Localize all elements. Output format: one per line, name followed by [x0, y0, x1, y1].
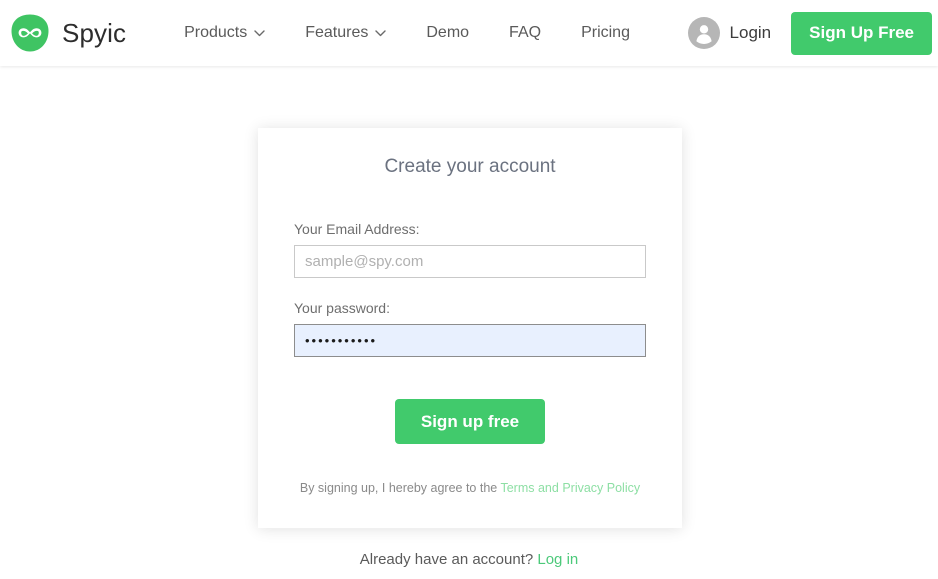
password-field-label: Your password: — [294, 300, 390, 316]
brand-logo-link[interactable]: Spyic — [10, 13, 126, 53]
sign-up-free-submit-button[interactable]: Sign up free — [394, 399, 546, 444]
nav-item-label: Products — [184, 24, 248, 41]
log-in-link[interactable]: Log in — [537, 551, 578, 568]
existing-account-row: Already have an account? Log in — [0, 551, 938, 568]
nav-item-label: Pricing — [581, 24, 630, 41]
password-input[interactable] — [294, 324, 646, 357]
terms-and-privacy-policy-link[interactable]: Terms and Privacy Policy — [500, 481, 640, 495]
email-field-label: Your Email Address: — [294, 221, 420, 237]
email-field-group: Your Email Address: — [258, 221, 682, 278]
submit-row: Sign up free — [258, 399, 682, 444]
signup-card: Create your account Your Email Address: … — [258, 128, 682, 528]
chevron-down-icon — [254, 29, 265, 37]
nav-item-faq[interactable]: FAQ — [489, 24, 561, 42]
nav-item-pricing[interactable]: Pricing — [561, 24, 650, 42]
card-title: Create your account — [384, 156, 556, 177]
brand-name: Spyic — [62, 17, 127, 48]
nav-item-label: Demo — [426, 24, 470, 41]
login-link[interactable]: Login — [687, 17, 772, 49]
nav-item-label: FAQ — [509, 24, 542, 41]
page-body: Create your account Your Email Address: … — [0, 66, 938, 579]
login-label: Login — [729, 23, 772, 42]
password-field-group: Your password: — [258, 300, 682, 357]
terms-prefix-text: By signing up, I hereby agree to the — [299, 481, 501, 495]
existing-account-prompt: Already have an account? — [359, 551, 538, 568]
nav-item-features[interactable]: Features — [285, 24, 406, 42]
site-header: Spyic Products Features Demo FAQ Pricing… — [0, 0, 938, 66]
main-nav: Products Features Demo FAQ Pricing — [164, 24, 650, 42]
chevron-down-icon — [375, 29, 387, 37]
user-avatar-icon — [687, 17, 720, 49]
nav-item-products[interactable]: Products — [164, 24, 285, 42]
terms-row: By signing up, I hereby agree to the Ter… — [258, 481, 682, 495]
nav-item-demo[interactable]: Demo — [406, 24, 489, 42]
email-input[interactable] — [294, 245, 646, 278]
infinity-logo-icon — [10, 13, 50, 53]
nav-item-label: Features — [305, 24, 369, 41]
header-actions: Login Sign Up Free — [687, 11, 938, 55]
signup-free-header-button[interactable]: Sign Up Free — [791, 11, 932, 55]
